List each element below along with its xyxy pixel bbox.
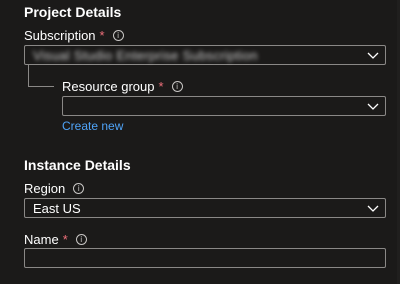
name-input[interactable]: [24, 248, 386, 268]
subscription-value: Visual Studio Enterprise Subscription: [33, 47, 258, 63]
tree-connector-vertical: [28, 65, 29, 86]
subscription-label-text: Subscription: [24, 28, 96, 43]
tree-connector-horizontal: [28, 86, 54, 87]
resource-group-dropdown[interactable]: [62, 96, 386, 116]
project-details-heading: Project Details: [24, 4, 122, 20]
info-icon[interactable]: i: [171, 81, 183, 92]
region-value: East US: [33, 200, 81, 216]
instance-details-heading: Instance Details: [24, 157, 131, 173]
chevron-down-icon: [367, 205, 379, 212]
required-asterisk: *: [62, 232, 68, 247]
required-asterisk: *: [99, 28, 105, 43]
region-dropdown[interactable]: East US: [24, 198, 386, 218]
chevron-down-icon: [367, 103, 379, 110]
resource-group-label-text: Resource group: [62, 79, 155, 94]
info-icon[interactable]: i: [112, 30, 124, 41]
resource-group-label: Resource group * i: [62, 79, 183, 94]
name-label-text: Name: [24, 232, 59, 247]
subscription-dropdown[interactable]: Visual Studio Enterprise Subscription: [24, 45, 386, 65]
subscription-label: Subscription * i: [24, 28, 124, 43]
chevron-down-icon: [367, 52, 379, 59]
create-new-link[interactable]: Create new: [62, 119, 123, 133]
info-icon[interactable]: i: [73, 183, 85, 194]
info-icon[interactable]: i: [75, 234, 87, 245]
region-label-text: Region: [24, 181, 66, 196]
name-label: Name * i: [24, 232, 87, 247]
required-asterisk: *: [158, 79, 164, 94]
region-label: Region i: [24, 181, 85, 196]
